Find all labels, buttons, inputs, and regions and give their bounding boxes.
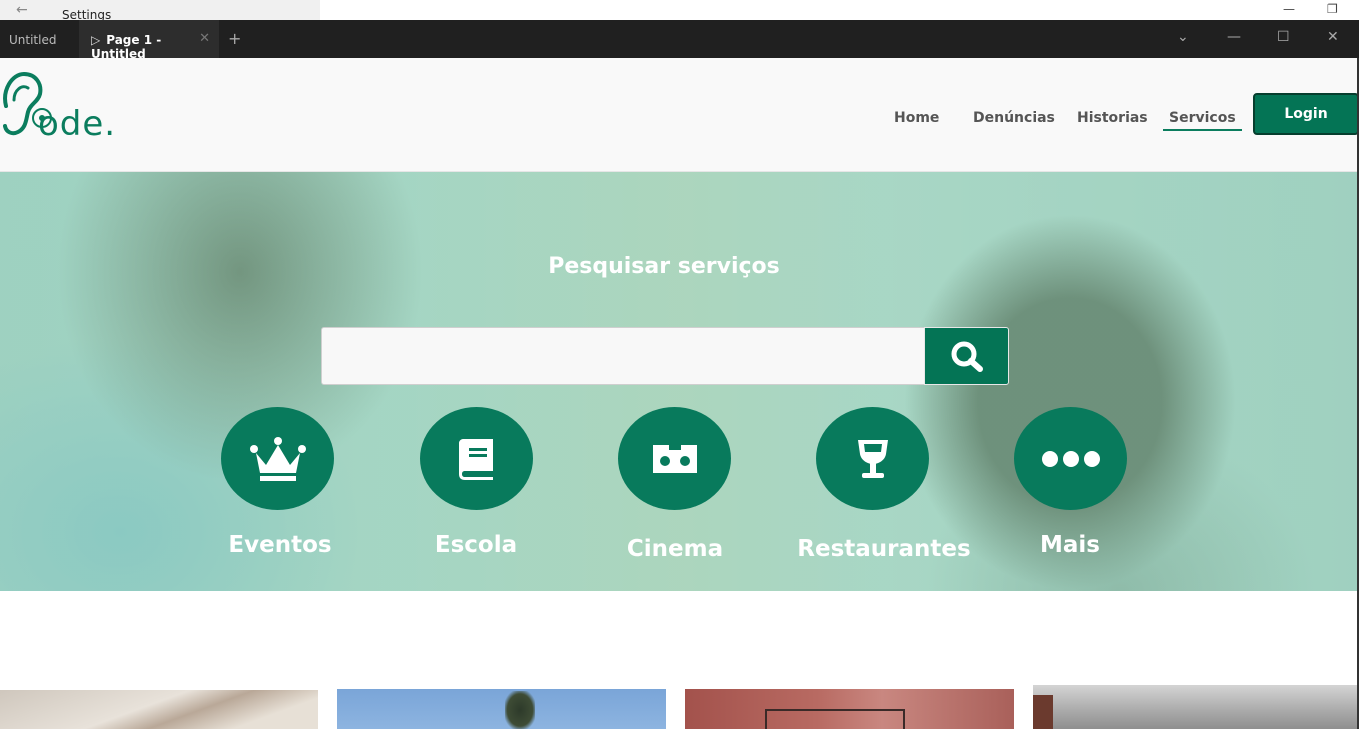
nav-link-historias[interactable]: Historias bbox=[1077, 110, 1148, 130]
more-dots-icon bbox=[1041, 450, 1100, 467]
play-icon: ▷ bbox=[91, 33, 101, 47]
thumbnail-image-2[interactable] bbox=[337, 689, 666, 729]
category-restaurantes-button[interactable] bbox=[816, 407, 929, 510]
crown-icon bbox=[249, 436, 306, 481]
tab-label: Page 1 - Untitled bbox=[91, 33, 162, 61]
category-eventos-button[interactable] bbox=[221, 407, 334, 510]
site-logo[interactable]: ode. bbox=[0, 70, 115, 144]
roof-shape bbox=[1033, 695, 1053, 729]
tree-shape bbox=[505, 691, 535, 729]
thumbnail-image-3[interactable] bbox=[685, 689, 1014, 729]
category-mais-button[interactable] bbox=[1014, 407, 1127, 510]
background-window-controls: — ❐ ✕ bbox=[1199, 0, 1359, 20]
close-icon[interactable]: ✕ bbox=[1327, 29, 1339, 45]
tab-untitled[interactable]: Untitled bbox=[0, 20, 79, 58]
category-escola-label[interactable]: Escola bbox=[376, 532, 576, 558]
site-navbar: ode. Home Denúncias Historias Servicos L… bbox=[0, 58, 1357, 172]
hero-title: Pesquisar serviços bbox=[548, 254, 780, 279]
service-search-input[interactable] bbox=[321, 327, 925, 385]
login-button[interactable]: Login bbox=[1253, 93, 1357, 135]
app-titlebar: Untitled ▷ Page 1 - Untitled ✕ + ⌄ — ☐ ✕ bbox=[0, 20, 1359, 61]
book-icon bbox=[458, 438, 493, 480]
nav-link-home[interactable]: Home bbox=[894, 110, 939, 130]
maximize-icon[interactable]: ☐ bbox=[1277, 29, 1290, 45]
dropdown-chevron-icon[interactable]: ⌄ bbox=[1177, 29, 1189, 45]
search-icon bbox=[951, 341, 983, 372]
wine-glass-icon bbox=[857, 439, 888, 478]
nav-link-denuncias[interactable]: Denúncias bbox=[973, 110, 1055, 130]
category-eventos-label[interactable]: Eventos bbox=[180, 532, 380, 558]
hero-section: Pesquisar serviços Eventos Escola Cinema… bbox=[0, 172, 1357, 591]
background-settings-window: ← Settings bbox=[0, 0, 320, 22]
category-restaurantes-label[interactable]: Restaurantes bbox=[784, 536, 984, 562]
logo-text: ode. bbox=[38, 104, 117, 144]
thumbnail-image-1[interactable] bbox=[0, 690, 318, 729]
new-tab-plus-icon[interactable]: + bbox=[228, 29, 241, 48]
category-mais-label[interactable]: Mais bbox=[970, 532, 1170, 558]
thumbnail-image-4[interactable] bbox=[1033, 685, 1357, 729]
search-button[interactable] bbox=[924, 327, 1009, 385]
minimize-icon[interactable]: — bbox=[1283, 2, 1295, 16]
tab-page-1[interactable]: ▷ Page 1 - Untitled ✕ bbox=[79, 20, 219, 61]
web-page: ode. Home Denúncias Historias Servicos L… bbox=[0, 58, 1357, 729]
back-arrow-icon[interactable]: ← bbox=[16, 2, 28, 18]
nav-link-servicos[interactable]: Servicos bbox=[1163, 110, 1242, 131]
tab-label: Untitled bbox=[9, 33, 57, 47]
restore-icon[interactable]: ❐ bbox=[1327, 2, 1338, 16]
category-cinema-label[interactable]: Cinema bbox=[575, 536, 775, 562]
category-cinema-button[interactable] bbox=[618, 407, 731, 510]
frame-shape bbox=[765, 709, 905, 729]
cinema-ticket-icon bbox=[652, 444, 697, 473]
tab-close-icon[interactable]: ✕ bbox=[199, 31, 210, 46]
category-escola-button[interactable] bbox=[420, 407, 533, 510]
minimize-icon[interactable]: — bbox=[1227, 29, 1241, 45]
